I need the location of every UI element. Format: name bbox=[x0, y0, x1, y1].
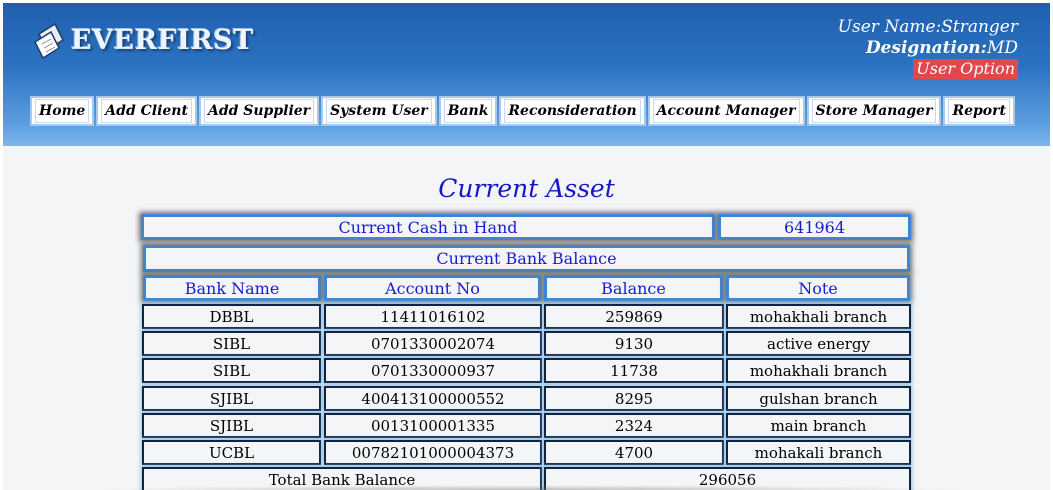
nav-label: Home bbox=[35, 99, 90, 123]
cash-in-hand-value: 641964 bbox=[718, 214, 911, 240]
table-cell: DBBL bbox=[142, 304, 321, 329]
page-frame: EVERFIRST User Name:Stranger Designation… bbox=[3, 3, 1050, 490]
logo-text: EVERFIRST bbox=[71, 24, 254, 56]
column-header-balance: Balance bbox=[544, 275, 723, 301]
table-cell: SIBL bbox=[142, 331, 321, 356]
header-banner: EVERFIRST User Name:Stranger Designation… bbox=[3, 3, 1050, 146]
column-header-account-no: Account No bbox=[324, 275, 541, 301]
document-logo-icon bbox=[34, 22, 64, 60]
user-name-label: User Name: bbox=[837, 17, 942, 37]
nav-label: System User bbox=[326, 99, 432, 123]
column-header-bank-name: Bank Name bbox=[143, 275, 321, 301]
nav-label: Add Client bbox=[101, 99, 192, 123]
table-cell: 0701330000937 bbox=[324, 358, 542, 383]
nav-label: Reconsideration bbox=[504, 99, 641, 123]
nav-label: Add Supplier bbox=[203, 99, 315, 123]
nav-item-home[interactable]: Home bbox=[30, 96, 95, 126]
nav-label: Store Manager bbox=[811, 99, 937, 123]
cash-in-hand-label: Current Cash in Hand bbox=[141, 214, 715, 240]
bottom-shadow bbox=[93, 485, 963, 490]
table-cell: SJIBL bbox=[142, 413, 321, 438]
table-cell: 8295 bbox=[544, 386, 724, 411]
user-name-line: User Name:Stranger bbox=[838, 17, 1018, 38]
table-cell: 00782101000004373 bbox=[324, 440, 542, 465]
table-cell: 11738 bbox=[544, 358, 724, 383]
designation-line: Designation:MD bbox=[838, 38, 1018, 59]
table-cell: UCBL bbox=[142, 440, 321, 465]
table-cell: 400413100000552 bbox=[324, 386, 542, 411]
page-title: Current Asset bbox=[438, 174, 615, 203]
nav-item-store-manager[interactable]: Store Manager bbox=[806, 96, 942, 126]
table-cell: gulshan branch bbox=[726, 386, 911, 411]
nav-label: Report bbox=[948, 99, 1010, 123]
nav-label: Bank bbox=[443, 99, 493, 123]
table-cell: 11411016102 bbox=[324, 304, 542, 329]
user-option-button[interactable]: User Option bbox=[913, 59, 1018, 79]
user-name-value: Stranger bbox=[941, 17, 1018, 37]
table-cell: active energy bbox=[726, 331, 911, 356]
table-cell: mohakali branch bbox=[726, 440, 911, 465]
table-cell: 259869 bbox=[544, 304, 724, 329]
nav-item-system-user[interactable]: System User bbox=[321, 96, 437, 126]
designation-value: MD bbox=[986, 38, 1018, 58]
nav-label: Account Manager bbox=[652, 99, 800, 123]
table-cell: 2324 bbox=[544, 413, 724, 438]
table-cell: 9130 bbox=[544, 331, 724, 356]
nav-item-reconsideration[interactable]: Reconsideration bbox=[499, 96, 646, 126]
nav-item-add-client[interactable]: Add Client bbox=[96, 96, 197, 126]
user-info: User Name:Stranger Designation:MD User O… bbox=[838, 17, 1018, 80]
table-cell: 0013100001335 bbox=[324, 413, 542, 438]
table-cell: SJIBL bbox=[142, 386, 321, 411]
table-cell: mohakhali branch bbox=[726, 358, 911, 383]
bank-balance-title: Current Bank Balance bbox=[143, 245, 910, 272]
designation-label: Designation: bbox=[865, 38, 987, 58]
column-header-note: Note bbox=[726, 275, 910, 301]
table-cell: mohakhali branch bbox=[726, 304, 911, 329]
nav-item-bank[interactable]: Bank bbox=[438, 96, 498, 126]
table-cell: 4700 bbox=[544, 440, 724, 465]
logo[interactable]: EVERFIRST bbox=[33, 17, 254, 63]
nav-item-account-manager[interactable]: Account Manager bbox=[647, 96, 805, 126]
nav-item-report[interactable]: Report bbox=[943, 96, 1015, 126]
nav-item-add-supplier[interactable]: Add Supplier bbox=[198, 96, 320, 126]
table-cell: 0701330002074 bbox=[324, 331, 542, 356]
table-cell: main branch bbox=[726, 413, 911, 438]
table-cell: SIBL bbox=[142, 358, 321, 383]
main-nav: Home Add Client Add Supplier System User… bbox=[30, 96, 1015, 126]
